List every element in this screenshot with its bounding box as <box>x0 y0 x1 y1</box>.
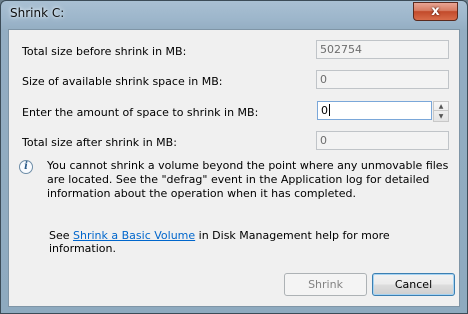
total-size-after-value: 0 <box>316 131 449 150</box>
shrink-button[interactable]: Shrink <box>284 273 367 296</box>
spin-down-icon[interactable]: ▼ <box>434 112 448 121</box>
help-prefix: See <box>49 229 74 242</box>
help-line: See Shrink a Basic Volume in Disk Manage… <box>49 229 459 255</box>
info-icon: i <box>19 160 33 174</box>
available-shrink-space-label: Size of available shrink space in MB: <box>22 75 223 88</box>
shrink-amount-input[interactable]: 0 <box>317 101 432 120</box>
title-bar[interactable]: Shrink C: x <box>1 1 467 27</box>
shrink-amount-spinner[interactable]: ▲ ▼ <box>433 101 449 122</box>
info-message: You cannot shrink a volume beyond the po… <box>47 159 449 200</box>
window-title: Shrink C: <box>10 6 65 20</box>
dialog-body: Total size before shrink in MB: 502754 S… <box>8 29 460 307</box>
text-caret <box>329 104 330 116</box>
shrink-dialog: Shrink C: x Total size before shrink in … <box>0 0 468 314</box>
shrink-basic-volume-link[interactable]: Shrink a Basic Volume <box>73 229 195 242</box>
total-size-before-label: Total size before shrink in MB: <box>22 45 187 58</box>
cancel-button[interactable]: Cancel <box>372 273 455 296</box>
total-size-after-label: Total size after shrink in MB: <box>22 136 177 149</box>
spin-up-icon[interactable]: ▲ <box>434 102 448 111</box>
shrink-amount-label: Enter the amount of space to shrink in M… <box>22 106 259 119</box>
total-size-before-value: 502754 <box>316 40 449 59</box>
close-button[interactable]: x <box>413 2 458 21</box>
available-shrink-space-value: 0 <box>316 70 449 89</box>
shrink-amount-value: 0 <box>321 104 328 117</box>
